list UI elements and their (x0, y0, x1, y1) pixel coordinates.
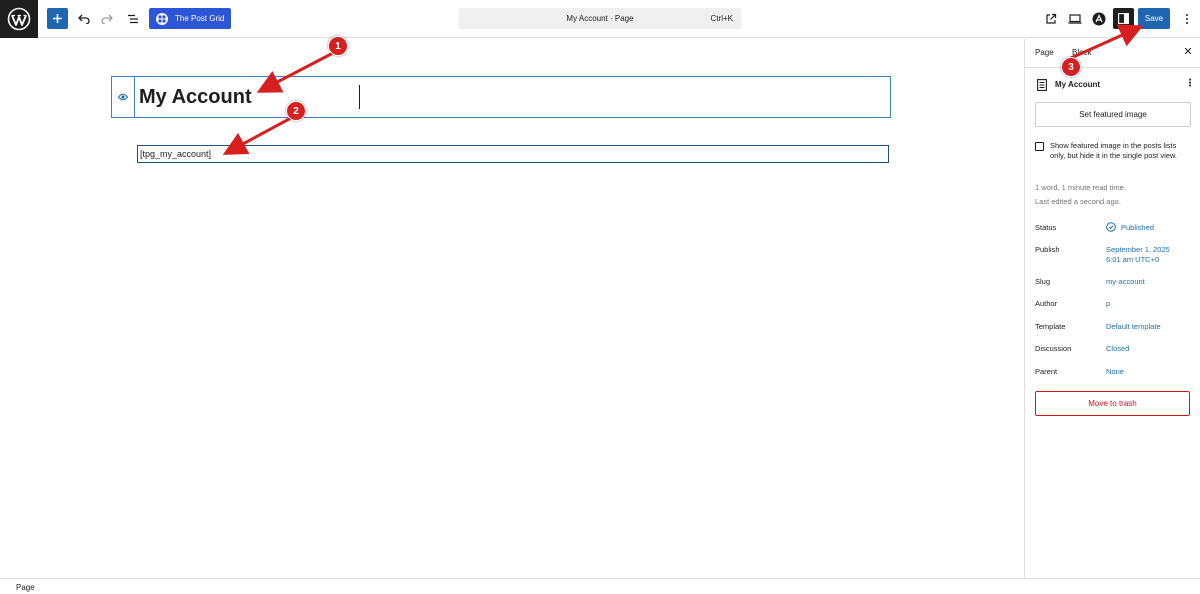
save-button[interactable]: Save (1138, 8, 1170, 29)
page-icon (1037, 79, 1047, 93)
keyboard-shortcut: Ctrl+K (710, 14, 733, 23)
author-value[interactable]: p (1106, 299, 1110, 309)
set-featured-image-button[interactable]: Set featured image (1035, 102, 1191, 127)
post-grid-button[interactable]: The Post Grid (149, 8, 231, 29)
parent-value[interactable]: None (1106, 367, 1124, 377)
settings-sidebar-toggle-icon[interactable] (1113, 8, 1134, 29)
editor-canvas[interactable]: My Account [tpg_my_account] (0, 39, 1024, 578)
wordpress-logo-icon[interactable] (0, 0, 38, 38)
featured-image-checkbox[interactable] (1035, 142, 1044, 151)
author-label: Author (1035, 299, 1058, 308)
status-label: Status (1035, 223, 1057, 232)
featured-image-checkbox-label[interactable]: Show featured image in the posts lists o… (1050, 141, 1180, 161)
text-cursor (359, 85, 360, 109)
astra-settings-icon[interactable] (1088, 8, 1110, 30)
document-card-title: My Account (1055, 80, 1101, 89)
document-card: My Account ⋮ (1035, 77, 1195, 93)
sidebar-tabs: Page Block ✕ (1025, 39, 1200, 68)
annotation-badge-1: 1 (328, 36, 348, 56)
post-grid-logo-icon (156, 12, 168, 25)
options-menu-icon[interactable] (1176, 8, 1198, 30)
last-edited-info: Last edited a second ago. (1035, 197, 1121, 206)
reading-time-info: 1 word, 1 minute read time. (1035, 183, 1126, 192)
slug-label: Slug (1035, 277, 1051, 286)
redo-icon[interactable] (96, 8, 118, 30)
list-view-icon[interactable] (122, 8, 144, 30)
eye-icon[interactable] (112, 77, 135, 117)
close-icon[interactable]: ✕ (1181, 45, 1195, 59)
editor-header: The Post Grid My Account · Page Ctrl+K S… (0, 0, 1200, 38)
post-title[interactable]: My Account (139, 86, 252, 109)
parent-label: Parent (1035, 367, 1058, 376)
document-title: My Account · Page (566, 14, 634, 23)
publish-date-value[interactable]: September 1, 2025 6:01 am UTC+0 (1106, 245, 1186, 265)
template-label: Template (1035, 322, 1066, 331)
add-block-button[interactable] (47, 8, 68, 29)
post-title-block[interactable]: My Account (111, 76, 891, 118)
annotation-badge-3: 3 (1061, 57, 1081, 77)
undo-icon[interactable] (73, 8, 95, 30)
slug-value[interactable]: my-account (1106, 277, 1145, 287)
published-check-icon (1106, 222, 1116, 234)
tab-page[interactable]: Page (1035, 48, 1054, 57)
block-breadcrumb-footer: Page (0, 578, 1200, 594)
discussion-value[interactable]: Closed (1106, 344, 1129, 354)
status-value[interactable]: Published (1121, 223, 1154, 233)
discussion-label: Discussion (1035, 344, 1072, 353)
move-to-trash-button[interactable]: Move to trash (1035, 391, 1190, 416)
settings-sidebar: Page Block ✕ My Account ⋮ Set featured i… (1024, 39, 1200, 578)
template-value[interactable]: Default template (1106, 322, 1161, 332)
preview-device-icon[interactable] (1064, 8, 1086, 30)
shortcode-block[interactable]: [tpg_my_account] (137, 145, 889, 163)
tab-block[interactable]: Block (1072, 48, 1092, 57)
command-palette-bar[interactable]: My Account · Page Ctrl+K (459, 8, 741, 29)
document-actions-icon[interactable]: ⋮ (1185, 78, 1195, 89)
post-grid-label: The Post Grid (175, 14, 225, 23)
breadcrumb[interactable]: Page (16, 583, 35, 592)
annotation-badge-2: 2 (286, 101, 306, 121)
publish-label: Publish (1035, 245, 1060, 254)
view-page-external-icon[interactable] (1040, 8, 1062, 30)
